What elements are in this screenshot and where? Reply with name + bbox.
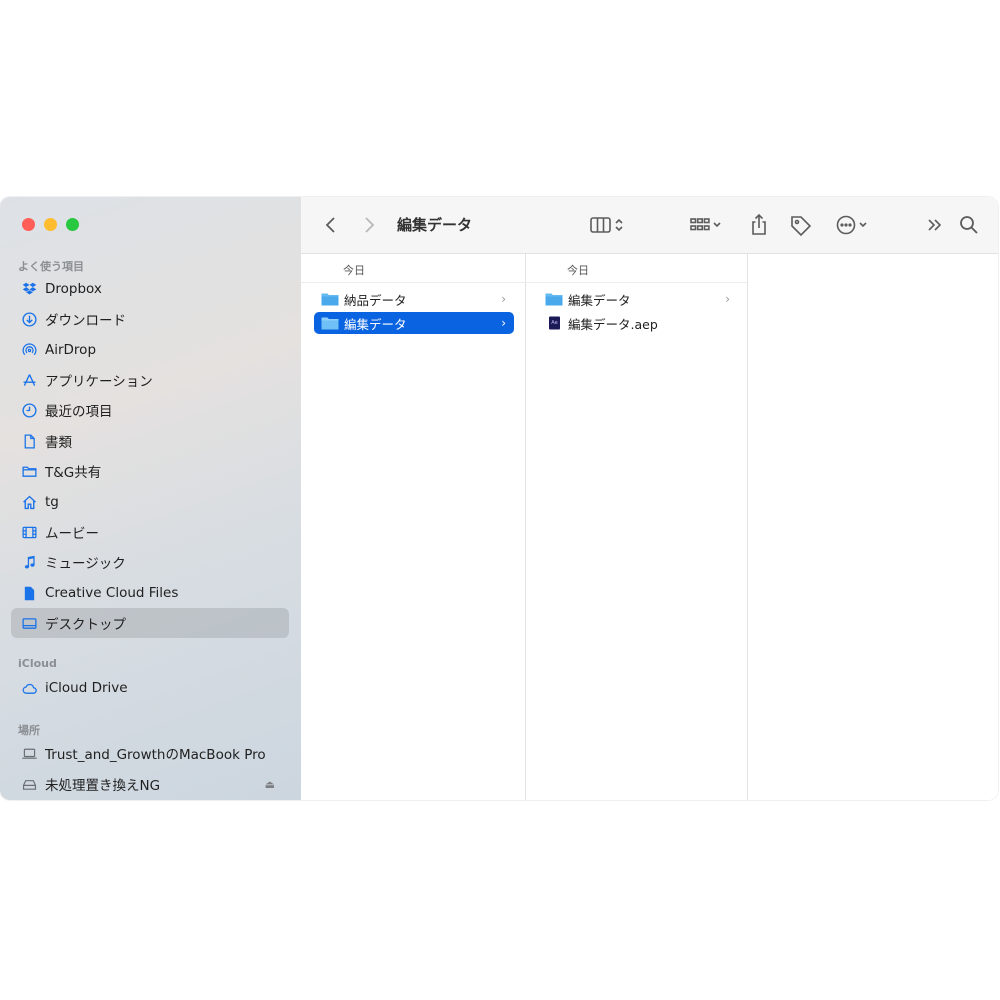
sidebar-item-recents[interactable]: 最近の項目 — [11, 395, 289, 425]
column-2[interactable]: 今日 編集データ › Ae 編集データ.aep — [525, 254, 748, 800]
share-button[interactable] — [749, 211, 769, 239]
cloud-icon — [20, 679, 38, 697]
sidebar: よく使う項目 Dropbox ダウンロード AirDrop アプリケーション 最… — [0, 197, 302, 800]
chevron-right-icon — [365, 217, 375, 233]
share-icon — [752, 213, 766, 235]
list-item[interactable]: 編集データ › — [538, 288, 738, 310]
item-name: 編集データ — [568, 292, 631, 308]
toolbar: 編集データ — [301, 197, 998, 254]
sidebar-item-label: Trust_and_GrowthのMacBook Pro — [45, 747, 266, 763]
applications-icon — [20, 371, 38, 389]
action-button[interactable] — [835, 211, 869, 239]
dropbox-icon — [20, 280, 38, 298]
list-item[interactable]: 納品データ › — [314, 288, 514, 310]
eject-icon[interactable]: ⏏ — [265, 778, 275, 791]
sidebar-item-macbook[interactable]: Trust_and_GrowthのMacBook Pro — [11, 738, 289, 768]
column-header: 今日 — [525, 254, 747, 283]
sidebar-item-label: デスクトップ — [45, 617, 126, 633]
chevron-down-icon — [859, 222, 867, 228]
group-button[interactable] — [689, 211, 723, 239]
item-name: 編集データ — [344, 316, 407, 332]
window-title: 編集データ — [397, 216, 473, 234]
drive-icon — [20, 775, 38, 793]
sidebar-item-label: Dropbox — [45, 281, 102, 297]
sidebar-item-creative-cloud[interactable]: Creative Cloud Files — [11, 578, 289, 608]
tag-button[interactable] — [789, 211, 813, 239]
sidebar-item-label: 未処理置き換えNG — [45, 778, 161, 794]
sidebar-item-movies[interactable]: ムービー — [11, 517, 289, 547]
laptop-icon — [20, 744, 38, 762]
recents-clock-icon — [20, 401, 38, 419]
file-icon — [20, 584, 38, 602]
home-icon — [20, 493, 38, 511]
sidebar-item-documents[interactable]: 書類 — [11, 426, 289, 456]
finder-window: よく使う項目 Dropbox ダウンロード AirDrop アプリケーション 最… — [0, 197, 998, 800]
chevron-right-icon: › — [725, 292, 730, 306]
item-name: 編集データ.aep — [568, 316, 658, 332]
folder-icon — [321, 293, 339, 306]
sidebar-item-external-drive[interactable]: 未処理置き換えNG ⏏ — [11, 769, 289, 799]
download-icon — [20, 310, 38, 328]
chevron-left-icon — [325, 217, 335, 233]
sidebar-item-label: アプリケーション — [45, 374, 153, 390]
sidebar-item-icloud-drive[interactable]: iCloud Drive — [11, 673, 289, 703]
sidebar-item-music[interactable]: ミュージック — [11, 547, 289, 577]
back-button[interactable] — [323, 211, 339, 239]
minimize-button[interactable] — [44, 218, 57, 231]
list-item[interactable]: Ae 編集データ.aep — [538, 312, 738, 334]
sidebar-item-label: ムービー — [45, 526, 99, 542]
icloud-header: iCloud — [18, 657, 57, 670]
airdrop-icon — [20, 341, 38, 359]
locations-header: 場所 — [18, 724, 40, 737]
sidebar-item-desktop[interactable]: デスクトップ — [11, 608, 289, 638]
close-button[interactable] — [22, 218, 35, 231]
sidebar-item-downloads[interactable]: ダウンロード — [11, 304, 289, 334]
grid-icon — [690, 218, 710, 231]
favorites-header: よく使う項目 — [18, 260, 84, 273]
more-circle-icon — [836, 215, 856, 235]
sidebar-item-label: 最近の項目 — [45, 404, 113, 420]
sidebar-item-label: tg — [45, 494, 59, 510]
sidebar-item-tg-shared[interactable]: T&G共有 — [11, 456, 289, 486]
tag-icon — [791, 216, 812, 237]
sidebar-item-label: Creative Cloud Files — [45, 585, 179, 601]
view-mode-button[interactable] — [589, 211, 625, 239]
forward-button[interactable] — [361, 211, 377, 239]
column-header: 今日 — [301, 254, 525, 283]
sidebar-item-home[interactable]: tg — [11, 487, 289, 517]
sidebar-item-label: AirDrop — [45, 342, 97, 358]
list-item-selected[interactable]: 編集データ › — [314, 312, 514, 334]
desktop-icon — [20, 614, 38, 632]
sidebar-item-label: 書類 — [45, 435, 72, 451]
column-view-icon — [590, 217, 611, 233]
chevron-right-icon: › — [501, 316, 506, 330]
item-name: 納品データ — [344, 292, 407, 308]
sidebar-item-dropbox[interactable]: Dropbox — [11, 274, 289, 304]
sidebar-item-applications[interactable]: アプリケーション — [11, 365, 289, 395]
svg-text:Ae: Ae — [551, 320, 557, 326]
movies-film-icon — [20, 523, 38, 541]
search-icon — [960, 216, 978, 234]
toolbar-overflow-button[interactable] — [926, 211, 944, 239]
sidebar-item-label: ミュージック — [45, 556, 126, 572]
after-effects-file-icon: Ae — [549, 316, 560, 330]
zoom-button[interactable] — [66, 218, 79, 231]
up-down-chevron-icon — [615, 218, 623, 232]
double-chevron-right-icon — [928, 219, 942, 231]
chevron-right-icon: › — [501, 292, 506, 306]
column-browser: 今日 納品データ › 編集データ › 今日 編集データ › Ae 編集データ.a… — [301, 254, 998, 800]
window-controls — [22, 218, 79, 231]
sidebar-item-airdrop[interactable]: AirDrop — [11, 335, 289, 365]
folder-icon — [545, 293, 563, 306]
music-note-icon — [20, 553, 38, 571]
sidebar-item-label: T&G共有 — [45, 465, 102, 481]
folder-icon — [20, 462, 38, 480]
sidebar-item-label: ダウンロード — [45, 313, 126, 329]
folder-icon — [321, 317, 339, 330]
column-1[interactable]: 今日 納品データ › 編集データ › — [301, 254, 526, 800]
sidebar-item-label: iCloud Drive — [45, 680, 128, 696]
chevron-down-icon — [713, 222, 721, 228]
document-icon — [20, 432, 38, 450]
search-button[interactable] — [958, 211, 980, 239]
